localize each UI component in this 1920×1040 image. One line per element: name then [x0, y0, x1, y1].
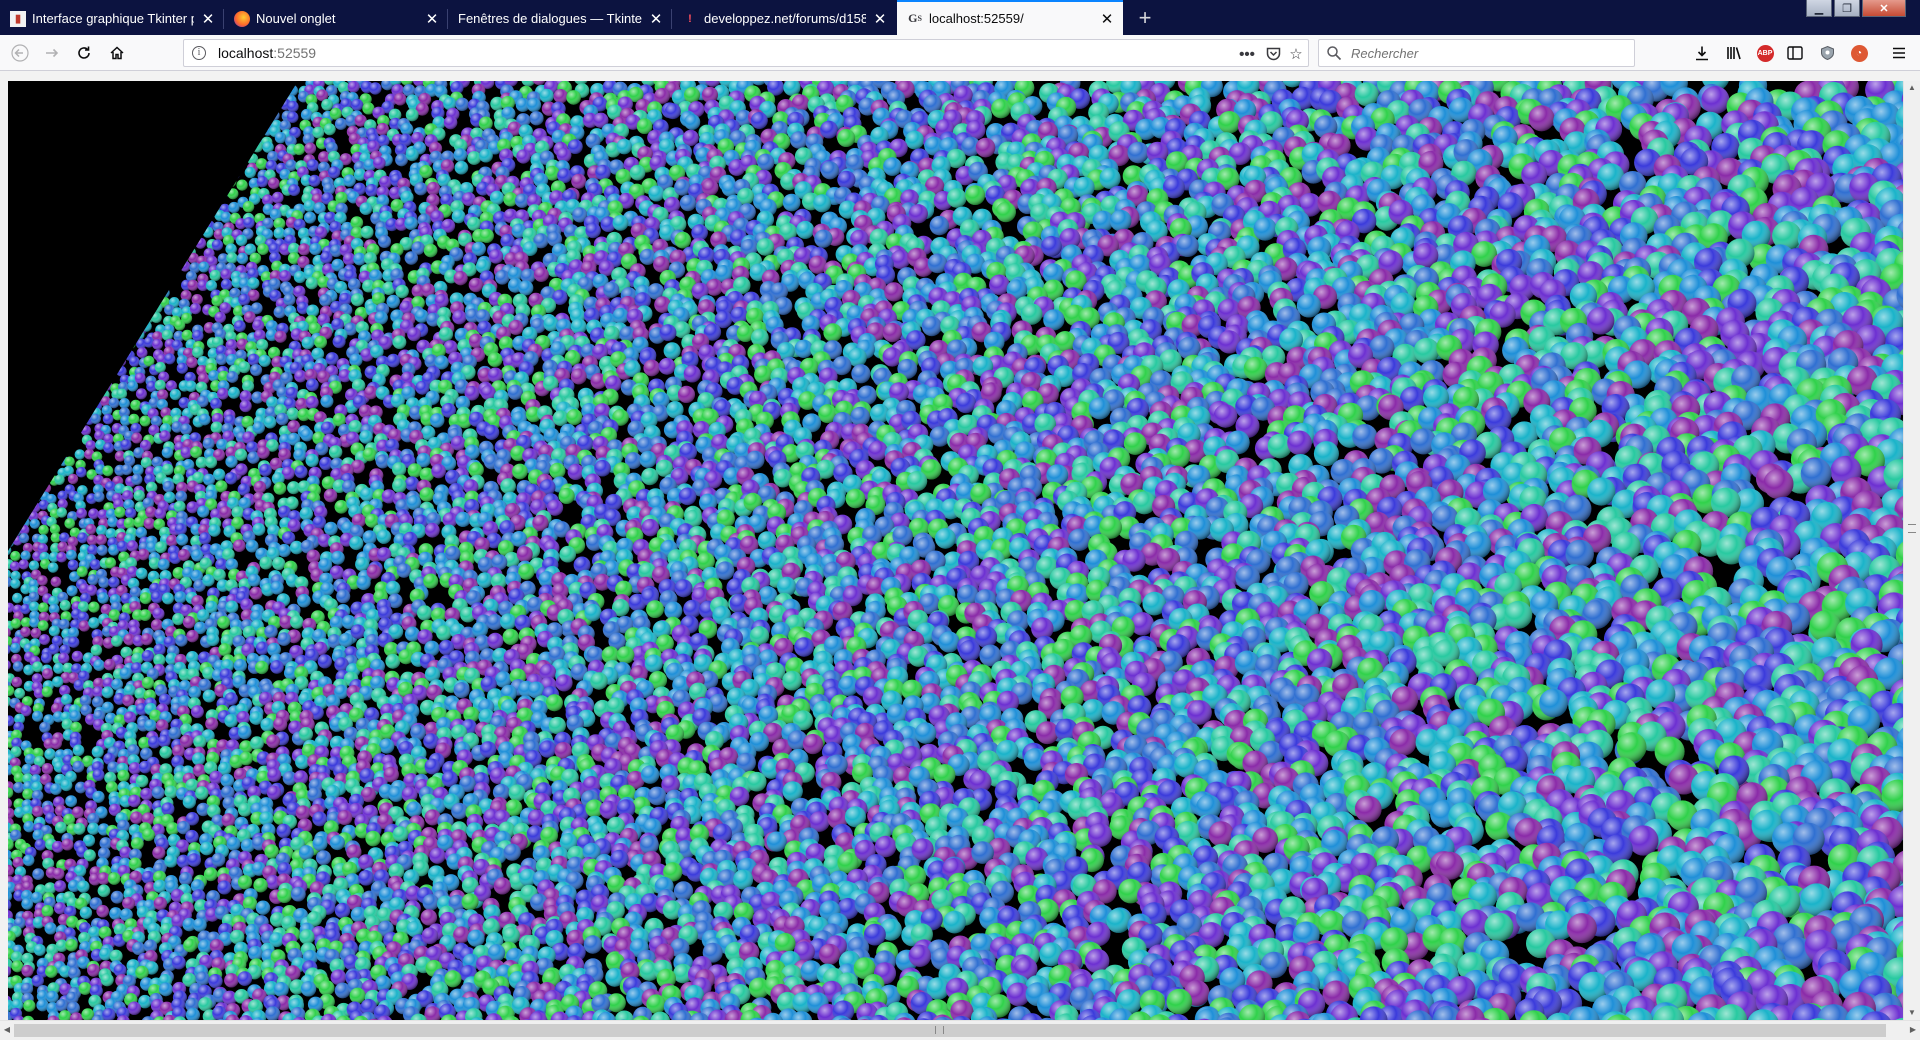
main-menu-button[interactable]	[1885, 39, 1913, 67]
minimize-button[interactable]: ▁	[1806, 0, 1832, 17]
close-icon[interactable]: ✕	[424, 11, 440, 27]
developpez-favicon-icon: ▮	[10, 11, 26, 27]
sphere-canvas	[8, 81, 1903, 1020]
close-icon[interactable]: ✕	[872, 11, 888, 27]
url-text[interactable]: localhost:52559	[218, 45, 316, 61]
reload-icon	[76, 45, 92, 61]
bookmark-star-icon[interactable]: ☆	[1285, 43, 1307, 65]
adblock-plus-icon: ABP	[1757, 45, 1774, 62]
tab-tkinter-interface[interactable]: ▮ Interface graphique Tkinter pyt ✕	[0, 2, 224, 35]
search-bar[interactable]	[1318, 39, 1635, 67]
tab-title: Fenêtres de dialogues — Tkinter po	[458, 11, 642, 26]
search-input[interactable]	[1349, 43, 1629, 63]
forward-arrow-icon	[44, 45, 60, 61]
address-bar[interactable]: i localhost:52559 ••• ☆	[183, 39, 1309, 67]
tab-dialog-windows[interactable]: Fenêtres de dialogues — Tkinter po ✕	[448, 2, 672, 35]
page-actions-menu-icon[interactable]: •••	[1236, 43, 1258, 65]
firefox-icon	[234, 11, 250, 27]
close-icon[interactable]: ✕	[648, 11, 664, 27]
downloads-button[interactable]	[1688, 39, 1716, 67]
duckduckgo-icon: ◔	[1851, 45, 1868, 62]
tab-strip: ▮ Interface graphique Tkinter pyt ✕ Nouv…	[0, 0, 1920, 35]
eye-shield-icon	[1819, 45, 1836, 61]
navigation-toolbar: i localhost:52559 ••• ☆ ABP ◔	[0, 35, 1920, 71]
tab-localhost[interactable]: GS localhost:52559/ ✕	[897, 0, 1123, 35]
library-icon	[1726, 45, 1743, 61]
close-icon[interactable]: ✕	[200, 11, 216, 27]
tab-new-tab[interactable]: Nouvel onglet ✕	[224, 2, 448, 35]
tab-title: Nouvel onglet	[256, 11, 418, 26]
forward-button[interactable]	[38, 39, 66, 67]
url-host: localhost	[218, 45, 273, 61]
tab-developpez-forum[interactable]: ! developpez.net/forums/d15810 ✕	[672, 2, 896, 35]
download-arrow-icon	[1694, 45, 1710, 61]
close-icon[interactable]: ✕	[1099, 11, 1115, 27]
window-controls: ▁ ❐ ✕	[1806, 0, 1906, 18]
pocket-icon[interactable]	[1262, 43, 1284, 65]
sidebar-button[interactable]	[1781, 39, 1809, 67]
restore-button[interactable]: ❐	[1834, 0, 1860, 17]
new-tab-button[interactable]: +	[1130, 2, 1160, 33]
hamburger-menu-icon	[1892, 47, 1906, 59]
reload-button[interactable]	[70, 39, 98, 67]
duckduckgo-button[interactable]: ◔	[1845, 39, 1873, 67]
developpez-alert-icon: !	[682, 11, 698, 27]
sidebar-icon	[1787, 46, 1803, 60]
home-button[interactable]	[103, 39, 131, 67]
home-icon	[109, 45, 125, 61]
page-content: ▲ ▼ ◀ ▶	[0, 71, 1920, 1040]
library-button[interactable]	[1720, 39, 1748, 67]
site-info-icon[interactable]: i	[192, 46, 206, 60]
webgl-sphere-scene[interactable]	[8, 81, 1903, 1020]
back-arrow-icon	[11, 44, 29, 62]
extension-eye-button[interactable]	[1813, 39, 1841, 67]
tab-title: Interface graphique Tkinter pyt	[32, 11, 194, 26]
search-icon	[1326, 45, 1342, 61]
close-window-button[interactable]: ✕	[1862, 0, 1906, 17]
gs-icon: GS	[907, 11, 923, 27]
url-port: :52559	[273, 45, 316, 61]
tab-title: localhost:52559/	[929, 11, 1093, 26]
back-button[interactable]	[6, 39, 34, 67]
tab-title: developpez.net/forums/d15810	[704, 11, 866, 26]
adblock-plus-button[interactable]: ABP	[1751, 39, 1779, 67]
